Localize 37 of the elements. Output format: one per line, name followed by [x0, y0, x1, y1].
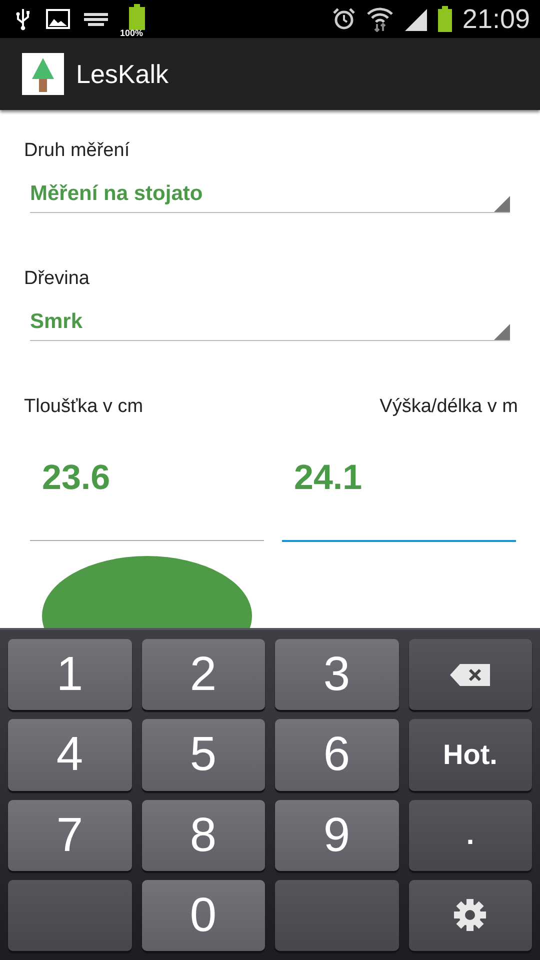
key[interactable]: 7	[8, 800, 132, 871]
field-label: Výška/délka v m	[380, 396, 518, 418]
key[interactable]: 3	[275, 639, 398, 710]
key[interactable]: 6	[275, 719, 398, 790]
key[interactable]: 0	[142, 880, 265, 951]
signal-icon	[404, 7, 428, 31]
usb-icon	[14, 7, 32, 31]
field-label: Druh měření	[24, 140, 131, 162]
dropdown[interactable]: Měření na stojato	[30, 176, 510, 213]
dropdown-corner-icon	[494, 324, 510, 340]
backspace-icon	[450, 664, 490, 686]
wifi-icon	[366, 6, 394, 32]
key[interactable]: 5	[142, 719, 265, 790]
settings-key[interactable]	[408, 880, 532, 951]
key[interactable]: 8	[142, 800, 265, 871]
dropdown[interactable]: Smrk	[30, 304, 510, 341]
input-field[interactable]: 23.6	[30, 458, 264, 541]
settings-icon	[453, 898, 488, 932]
input-field[interactable]: 24.1	[282, 458, 516, 542]
image-icon	[46, 9, 70, 29]
key[interactable]: 4	[8, 719, 132, 790]
alarm-icon	[332, 7, 356, 31]
key[interactable]: 2	[142, 639, 265, 710]
dropdown-corner-icon	[494, 196, 510, 212]
battery-icon	[438, 6, 452, 32]
clock: 21:09	[462, 4, 530, 34]
key[interactable]: .	[408, 800, 532, 871]
key[interactable]: Hot.	[408, 719, 532, 790]
field-label: Dřevina	[24, 268, 90, 290]
battery-icon	[129, 4, 145, 30]
field-label: Tloušťka v cm	[24, 396, 144, 418]
key[interactable]: 1	[8, 639, 132, 710]
key[interactable]: 9	[275, 800, 398, 871]
battery-percent: 100%	[120, 28, 144, 38]
tree-icon	[22, 53, 64, 95]
backspace-key[interactable]	[408, 639, 532, 710]
app-title: LesKalk	[76, 58, 168, 90]
